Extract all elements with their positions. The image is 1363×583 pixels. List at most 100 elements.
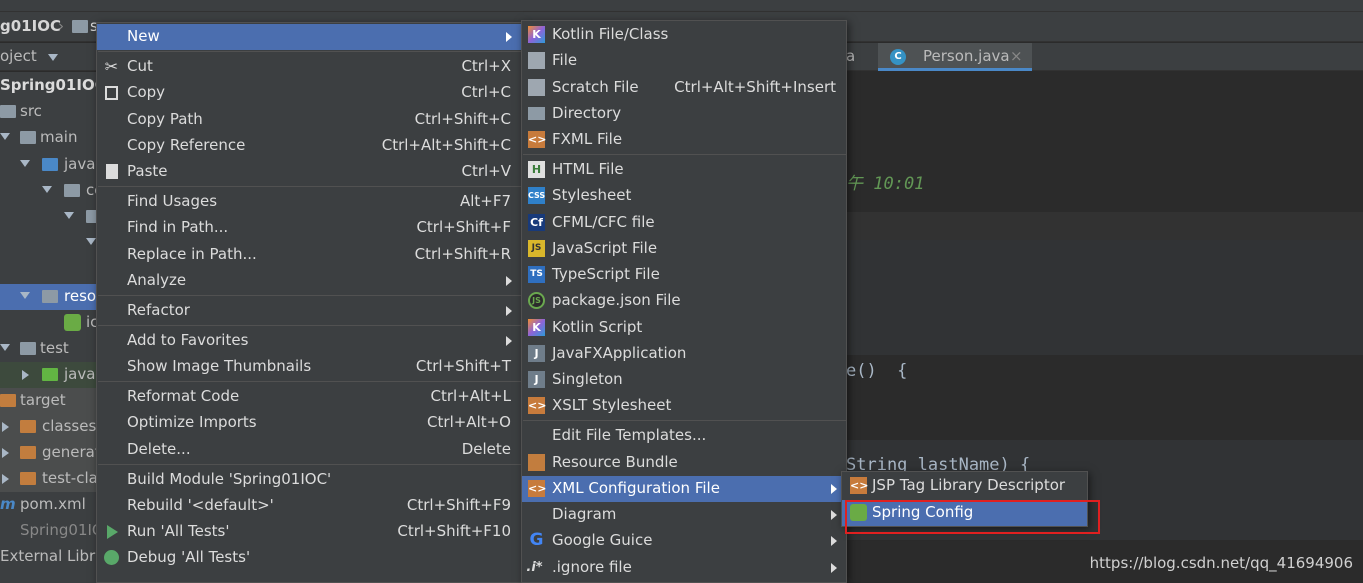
tree-item-subpackage-2[interactable]: [0, 230, 100, 256]
chevron-down-icon[interactable]: [64, 212, 74, 219]
chevron-down-icon[interactable]: [48, 54, 58, 61]
menu-item-directory[interactable]: Directory: [522, 101, 846, 127]
menu-item-kotlin-script[interactable]: K Kotlin Script: [522, 315, 846, 341]
menu-item-package-json[interactable]: JS package.json File: [522, 288, 846, 314]
css-file-icon: CSS: [528, 187, 545, 204]
chevron-down-icon[interactable]: [42, 186, 52, 193]
tree-item-src[interactable]: src: [0, 99, 100, 125]
menu-item-xml-configuration-file[interactable]: <> XML Configuration File: [522, 476, 846, 502]
menu-item-copy-reference[interactable]: Copy Reference Ctrl+Alt+Shift+C: [97, 133, 521, 159]
menu-item-label: package.json File: [552, 291, 681, 309]
tree-item-main[interactable]: main: [0, 125, 100, 151]
code-comment: 午 10:01: [846, 174, 925, 194]
menu-item-refactor[interactable]: Refactor: [97, 298, 521, 324]
menu-item-reformat-code[interactable]: Reformat Code Ctrl+Alt+L: [97, 384, 521, 410]
menu-item-scratch-file[interactable]: Scratch File Ctrl+Alt+Shift+Insert: [522, 75, 846, 101]
menu-item-label: FXML File: [552, 130, 623, 148]
editor-tab[interactable]: a: [846, 43, 878, 71]
watermark: https://blog.csdn.net/qq_41694906: [1089, 554, 1353, 572]
menu-item-typescript-file[interactable]: TS TypeScript File: [522, 262, 846, 288]
menu-item-show-image-thumbnails[interactable]: Show Image Thumbnails Ctrl+Shift+T: [97, 354, 521, 380]
menu-item-singleton[interactable]: J Singleton: [522, 367, 846, 393]
chevron-down-icon[interactable]: [0, 344, 10, 351]
submenu-arrow-icon: [506, 306, 512, 316]
fxml-file-icon: <>: [528, 131, 547, 148]
menu-item-rebuild[interactable]: Rebuild '<default>' Ctrl+Shift+F9: [97, 493, 521, 519]
tree-item-target[interactable]: target: [0, 388, 100, 414]
tree-item-label: main: [40, 128, 78, 146]
menu-item-paste[interactable]: Paste Ctrl+V: [97, 159, 521, 185]
menu-item-shortcut: Alt+F7: [459, 192, 511, 210]
editor-tab-label: Person.java: [923, 47, 1010, 65]
folder-icon: [72, 20, 88, 33]
chevron-right-icon[interactable]: [2, 422, 9, 432]
menu-item-debug-all-tests[interactable]: Debug 'All Tests': [97, 545, 521, 571]
menu-item-shortcut: Ctrl+C: [461, 83, 511, 101]
menu-item-javafx-application[interactable]: J JavaFXApplication: [522, 341, 846, 367]
chevron-right-icon[interactable]: [2, 448, 9, 458]
menu-item-copy-path[interactable]: Copy Path Ctrl+Shift+C: [97, 107, 521, 133]
menu-item-label: Edit File Templates...: [552, 426, 707, 444]
tree-item-pom[interactable]: m pom.xml: [0, 492, 100, 518]
chevron-down-icon[interactable]: [0, 133, 10, 140]
package-icon: [64, 184, 80, 197]
tree-item-external-libraries[interactable]: External Librar: [0, 544, 100, 570]
menu-item-cfml-file[interactable]: Cf CFML/CFC file: [522, 210, 846, 236]
menu-item-jsp-tag-library-descriptor[interactable]: <> JSP Tag Library Descriptor: [842, 473, 1087, 499]
tree-item-java[interactable]: java: [0, 152, 100, 178]
tree-item-test-java[interactable]: java: [0, 362, 100, 388]
menu-item-run-all-tests[interactable]: Run 'All Tests' Ctrl+Shift+F10: [97, 519, 521, 545]
tree-item-test[interactable]: test: [0, 336, 100, 362]
chevron-right-icon[interactable]: [22, 370, 29, 380]
tree-item-iml[interactable]: Spring01IO: [0, 518, 100, 544]
tree-item-test-classes[interactable]: test-cla: [0, 466, 100, 492]
menu-item-file[interactable]: File: [522, 48, 846, 74]
tree-item-root[interactable]: Spring01IOC: [0, 73, 100, 99]
menu-item-label: Reformat Code: [127, 387, 240, 405]
chevron-right-icon[interactable]: [2, 474, 9, 484]
menu-item-find-in-path[interactable]: Find in Path... Ctrl+Shift+F: [97, 215, 521, 241]
menu-item-copy[interactable]: Copy Ctrl+C: [97, 80, 521, 106]
tree-item-label: src: [20, 102, 42, 120]
chevron-down-icon[interactable]: [20, 160, 30, 167]
menu-item-cut[interactable]: ✂ Cut Ctrl+X: [97, 54, 521, 80]
menu-item-resource-bundle[interactable]: Resource Bundle: [522, 450, 846, 476]
menu-item-google-guice[interactable]: G Google Guice: [522, 528, 846, 554]
menu-item-delete[interactable]: Delete... Delete: [97, 437, 521, 463]
menu-item-find-usages[interactable]: Find Usages Alt+F7: [97, 189, 521, 215]
tree-item-resources[interactable]: reso: [0, 284, 100, 310]
menu-item-edit-file-templates[interactable]: Edit File Templates...: [522, 423, 846, 449]
tree-item-generated[interactable]: generat: [0, 440, 100, 466]
menu-item-stylesheet[interactable]: CSS Stylesheet: [522, 183, 846, 209]
menu-item-diagram[interactable]: Diagram: [522, 502, 846, 528]
menu-item-kotlin-file[interactable]: K Kotlin File/Class: [522, 22, 846, 48]
tree-item-subpackage[interactable]: [0, 204, 100, 230]
menu-item-add-to-favorites[interactable]: Add to Favorites: [97, 328, 521, 354]
menu-item-analyze[interactable]: Analyze: [97, 268, 521, 294]
tree-item-classes[interactable]: classes: [0, 414, 100, 440]
menu-item-label: XML Configuration File: [552, 479, 720, 497]
editor-tab-person[interactable]: C Person.java ×: [878, 43, 1032, 71]
menu-item-xslt-stylesheet[interactable]: <> XSLT Stylesheet: [522, 393, 846, 419]
menu-item-label: JSP Tag Library Descriptor: [872, 476, 1066, 494]
chevron-down-icon[interactable]: [20, 292, 30, 299]
tree-item-label: Spring01IO: [20, 521, 100, 539]
tree-item-package[interactable]: co: [0, 178, 100, 204]
breadcrumb-project[interactable]: g01IOC: [0, 17, 61, 35]
menu-item-html-file[interactable]: H HTML File: [522, 157, 846, 183]
menu-item-ignore-file[interactable]: .i* .ignore file: [522, 555, 846, 581]
tree-item-label: pom.xml: [20, 495, 86, 513]
typescript-file-icon: TS: [528, 266, 545, 283]
menu-item-replace-in-path[interactable]: Replace in Path... Ctrl+Shift+R: [97, 242, 521, 268]
google-icon: G: [529, 530, 544, 550]
tree-item-ioc-xml[interactable]: ic: [0, 310, 100, 336]
menu-item-build-module[interactable]: Build Module 'Spring01IOC': [97, 467, 521, 493]
menu-item-fxml-file[interactable]: <> FXML File: [522, 127, 846, 153]
folder-icon: [20, 446, 36, 459]
chevron-down-icon[interactable]: [86, 238, 96, 245]
close-icon[interactable]: ×: [1010, 47, 1023, 65]
menu-item-new[interactable]: New: [97, 24, 521, 50]
project-tool-header[interactable]: oject: [0, 43, 100, 71]
menu-item-javascript-file[interactable]: JS JavaScript File: [522, 236, 846, 262]
menu-item-optimize-imports[interactable]: Optimize Imports Ctrl+Alt+O: [97, 410, 521, 436]
